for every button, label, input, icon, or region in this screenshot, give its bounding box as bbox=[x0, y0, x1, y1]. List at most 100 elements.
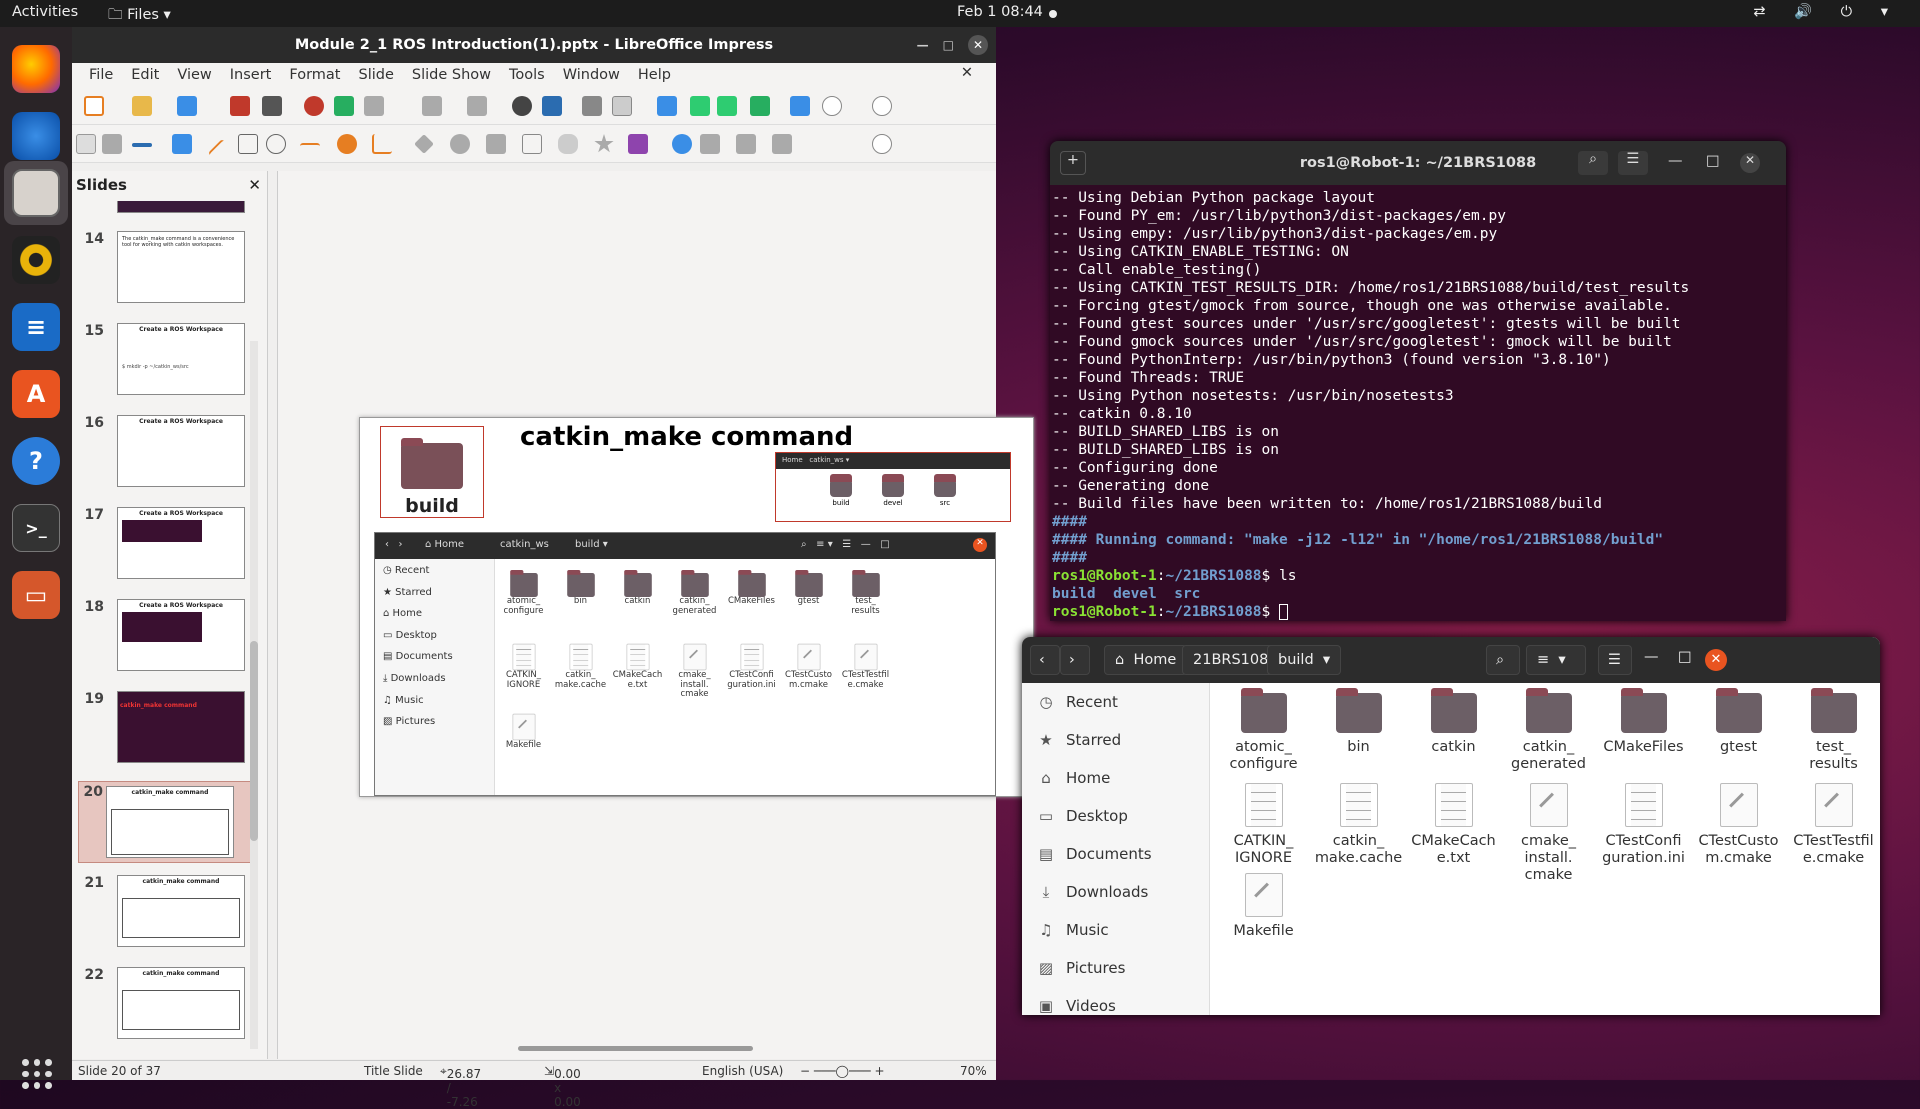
block-arrows-icon[interactable] bbox=[486, 134, 506, 154]
files-app-menu[interactable]: 🗀 Files ▾ bbox=[108, 4, 171, 29]
slide-thumb[interactable]: Create a ROS Workspace bbox=[117, 507, 245, 579]
slide-thumb[interactable]: catkin_make command bbox=[117, 875, 245, 947]
menu-help[interactable]: Help bbox=[629, 67, 680, 83]
line-color-icon[interactable] bbox=[132, 143, 152, 147]
menu-format[interactable]: Format bbox=[280, 67, 349, 83]
align-icon[interactable] bbox=[700, 134, 720, 154]
lines-arrows-icon[interactable] bbox=[300, 143, 320, 163]
slide-thumb-row[interactable]: 14 The catkin_make command is a convenien… bbox=[82, 231, 252, 311]
mini-file-item[interactable]: bin bbox=[554, 565, 607, 607]
flowchart-icon[interactable] bbox=[522, 134, 542, 154]
mini-file-item[interactable]: atomic_ configure bbox=[497, 565, 550, 616]
slide-thumb[interactable]: catkin_make command bbox=[117, 967, 245, 1039]
close-icon[interactable]: ✕ bbox=[1740, 153, 1760, 173]
slides-scrollbar[interactable] bbox=[250, 341, 258, 1049]
clock[interactable]: Feb 1 08:44 bbox=[957, 4, 1043, 20]
menu-button[interactable]: ☰ bbox=[1598, 645, 1632, 675]
file-item[interactable]: CMakeCach e.txt bbox=[1408, 783, 1499, 867]
mini-file-item[interactable]: CTestCusto m.cmake bbox=[782, 635, 835, 690]
mini-file-item[interactable]: CTestConfi guration.ini bbox=[725, 635, 778, 690]
menu-tools[interactable]: Tools bbox=[500, 67, 554, 83]
rhythmbox-icon[interactable] bbox=[12, 236, 60, 284]
forward-button[interactable]: › bbox=[1060, 645, 1090, 675]
new-tab-icon[interactable]: + bbox=[1060, 151, 1086, 175]
sidebar-item-pictures[interactable]: ▨ Pictures bbox=[1022, 949, 1209, 987]
slide-thumb[interactable]: Create a ROS Workspace bbox=[117, 599, 245, 671]
file-item[interactable]: CATKIN_ IGNORE bbox=[1218, 783, 1309, 867]
sidebar-item-home[interactable]: ⌂ Home bbox=[1022, 759, 1209, 797]
menu-insert[interactable]: Insert bbox=[221, 67, 281, 83]
zoom-level[interactable]: 70% bbox=[960, 1064, 987, 1078]
rotate-icon[interactable] bbox=[672, 134, 692, 154]
mini-file-item[interactable]: CTestTestfil e.cmake bbox=[839, 635, 892, 690]
file-item[interactable]: catkin bbox=[1408, 688, 1499, 756]
close-pane-icon[interactable]: ✕ bbox=[248, 176, 261, 194]
duplicate-slide-icon[interactable] bbox=[717, 96, 737, 116]
slide-thumb-row[interactable]: 22 catkin_make command bbox=[82, 967, 252, 1047]
cut-icon[interactable] bbox=[304, 96, 324, 116]
maximize-icon[interactable]: □ bbox=[943, 38, 954, 52]
back-button[interactable]: ‹ bbox=[1030, 645, 1060, 675]
menu-edit[interactable]: Edit bbox=[122, 67, 168, 83]
menu-slide[interactable]: Slide bbox=[349, 67, 402, 83]
grid-icon[interactable] bbox=[582, 96, 602, 116]
mini-file-item[interactable]: CMakeFiles bbox=[725, 565, 778, 607]
slide-thumb-row[interactable]: 18 Create a ROS Workspace bbox=[82, 599, 252, 679]
slide-thumb-row[interactable]: 17 Create a ROS Workspace bbox=[82, 507, 252, 587]
zoom-slider[interactable]: − ───◯─── + bbox=[800, 1064, 885, 1078]
close-document-icon[interactable]: ✕ bbox=[952, 65, 982, 81]
close-icon[interactable]: ✕ bbox=[1705, 649, 1727, 671]
more-icon[interactable] bbox=[822, 96, 842, 116]
mini-file-item[interactable]: catkin bbox=[611, 565, 664, 607]
mini-file-item[interactable]: CMakeCach e.txt bbox=[611, 635, 664, 690]
minimize-icon[interactable]: — bbox=[1668, 153, 1683, 169]
show-apps-icon[interactable] bbox=[22, 1059, 52, 1089]
file-item[interactable]: catkin_ generated bbox=[1503, 688, 1594, 773]
image-icon[interactable] bbox=[790, 96, 810, 116]
table-icon[interactable] bbox=[750, 96, 770, 116]
callouts-icon[interactable] bbox=[558, 134, 578, 154]
sidebar-item-desktop[interactable]: ▭ Desktop bbox=[1022, 797, 1209, 835]
sidebar-item-downloads[interactable]: ⤓ Downloads bbox=[1022, 873, 1209, 911]
rectangle-icon[interactable] bbox=[238, 134, 258, 154]
activities-button[interactable]: Activities bbox=[12, 4, 78, 20]
search-button[interactable]: ⌕ bbox=[1486, 645, 1520, 675]
redo-icon[interactable] bbox=[467, 96, 487, 116]
maximize-icon[interactable]: □ bbox=[1678, 649, 1692, 665]
menu-file[interactable]: File bbox=[80, 67, 122, 83]
file-item[interactable]: atomic_ configure bbox=[1218, 688, 1309, 773]
view-options-button[interactable]: ≡ ▾ bbox=[1526, 645, 1586, 675]
mini-file-item[interactable]: cmake_ install. cmake bbox=[668, 635, 721, 700]
help-icon[interactable]: ? bbox=[12, 437, 60, 485]
slide-thumb-row[interactable]: 16 Create a ROS Workspace bbox=[82, 415, 252, 495]
software-icon[interactable]: A bbox=[12, 370, 60, 418]
slide-thumb-row-current[interactable]: 20 catkin_make command bbox=[78, 781, 258, 863]
sidebar-item-videos[interactable]: ▣ Videos bbox=[1022, 987, 1209, 1015]
spelling-icon[interactable] bbox=[542, 96, 562, 116]
line-icon[interactable] bbox=[207, 138, 237, 168]
file-item[interactable]: bin bbox=[1313, 688, 1404, 756]
mini-file-item[interactable]: gtest bbox=[782, 565, 835, 607]
open-icon[interactable] bbox=[132, 96, 152, 116]
menu-slideshow[interactable]: Slide Show bbox=[403, 67, 500, 83]
menu-window[interactable]: Window bbox=[554, 67, 629, 83]
path-home[interactable]: ⌂ Home bbox=[1104, 645, 1188, 675]
impress-icon[interactable]: ▭ bbox=[12, 571, 60, 619]
curves-icon[interactable] bbox=[337, 134, 357, 154]
copy-icon[interactable] bbox=[334, 96, 354, 116]
thunderbird-icon[interactable] bbox=[12, 112, 60, 160]
sidebar-item-documents[interactable]: ▤ Documents bbox=[1022, 835, 1209, 873]
path-build[interactable]: build ▾ bbox=[1267, 645, 1342, 675]
ellipse-icon[interactable] bbox=[266, 134, 286, 154]
distribute-icon[interactable] bbox=[772, 134, 792, 154]
terminal-icon[interactable]: >_ bbox=[12, 504, 60, 552]
slide-thumb[interactable]: Create a ROS Workspace bbox=[117, 415, 245, 487]
overflow-icon[interactable] bbox=[872, 96, 892, 116]
master-slide-icon[interactable] bbox=[657, 96, 677, 116]
slide-thumb[interactable]: The catkin_make command is a convenience… bbox=[117, 231, 245, 303]
file-item[interactable]: CTestCusto m.cmake bbox=[1693, 783, 1784, 867]
file-item[interactable]: CTestTestfil e.cmake bbox=[1788, 783, 1879, 867]
search-icon[interactable]: ⌕ bbox=[1578, 151, 1608, 175]
mini-file-item[interactable]: test_ results bbox=[839, 565, 892, 616]
file-item[interactable]: test_ results bbox=[1788, 688, 1879, 773]
